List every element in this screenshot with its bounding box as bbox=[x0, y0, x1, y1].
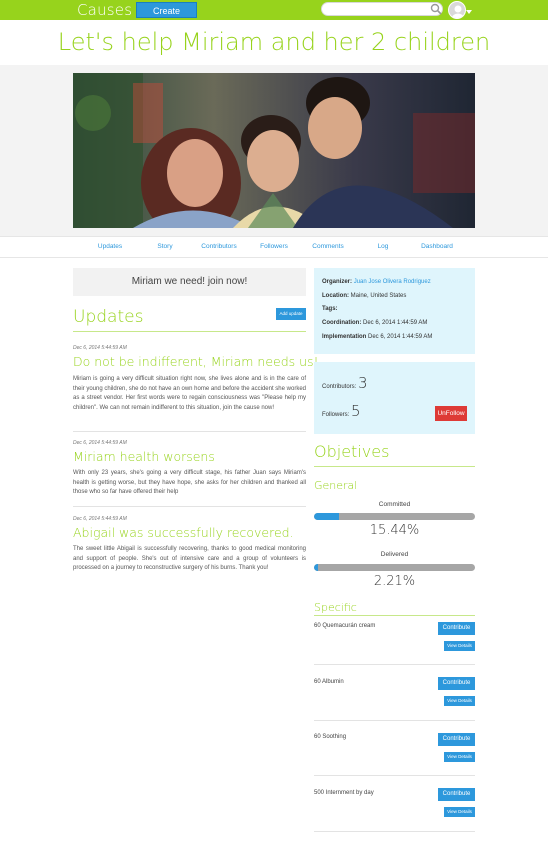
update-body: With only 23 years, she's going a very d… bbox=[73, 470, 306, 495]
top-bar: Causes Create bbox=[0, 0, 548, 20]
update-title[interactable]: Do not be indifferent, Miriam needs us! bbox=[73, 354, 319, 369]
view-details-button[interactable]: View Details bbox=[444, 641, 475, 651]
contribute-button[interactable]: Contribute bbox=[438, 677, 475, 690]
followers-count: 5 bbox=[351, 402, 361, 420]
followers-stat: Followers: 5 bbox=[322, 402, 361, 420]
divider bbox=[314, 831, 475, 832]
update-title[interactable]: Abigail was successfully recovered. bbox=[73, 525, 294, 540]
coordination-label: Coordination: bbox=[322, 320, 362, 326]
implementation-row: Implementation Dec 6, 2014 1:44:59 AM bbox=[322, 334, 432, 340]
committed-progress-fill bbox=[314, 513, 339, 520]
committed-percent: 15.44% bbox=[369, 523, 420, 538]
contributors-count: 3 bbox=[358, 374, 368, 392]
contribute-button[interactable]: Contribute bbox=[438, 622, 475, 635]
general-heading: General bbox=[314, 479, 358, 492]
add-update-button[interactable]: Add update bbox=[276, 308, 306, 320]
divider bbox=[314, 466, 475, 467]
followers-label: Followers: bbox=[322, 412, 350, 418]
update-title[interactable]: Miriam health worsens bbox=[73, 449, 215, 464]
join-banner[interactable]: Miriam we need! join now! bbox=[73, 268, 306, 296]
search-icon[interactable] bbox=[430, 3, 442, 15]
contribute-button[interactable]: Contribute bbox=[438, 788, 475, 801]
update-body: Miriam is going a very difficult situati… bbox=[73, 376, 306, 411]
location-label: Location: bbox=[322, 293, 349, 299]
organizer-row: Organizer: Juan Jose Olivera Rodriguez bbox=[322, 279, 431, 285]
tab-log[interactable]: Log bbox=[353, 243, 413, 250]
cause-info-panel: Organizer: Juan Jose Olivera Rodriguez L… bbox=[314, 268, 475, 354]
divider bbox=[314, 615, 475, 616]
search-input[interactable] bbox=[321, 2, 443, 16]
divider bbox=[73, 331, 306, 332]
tab-dashboard[interactable]: Dashboard bbox=[407, 243, 467, 250]
delivered-percent: 2.21% bbox=[373, 574, 416, 589]
update-date: Dec 6, 2014 5:44:59 AM bbox=[73, 345, 127, 351]
coordination-row: Coordination: Dec 6, 2014 1:44:59 AM bbox=[322, 320, 427, 326]
page-title: Let's help Miriam and her 2 children bbox=[57, 28, 491, 56]
cause-photo bbox=[73, 73, 475, 228]
objectives-heading: Objetives bbox=[314, 442, 390, 461]
coordination-value: Dec 6, 2014 1:44:59 AM bbox=[363, 320, 428, 326]
stats-panel: Contributors: 3 Followers: 5 UnFollow bbox=[314, 362, 475, 434]
specific-item: 60 Quemacurán cream bbox=[314, 623, 376, 629]
create-button[interactable]: Create bbox=[136, 2, 197, 18]
tab-updates[interactable]: Updates bbox=[80, 243, 140, 250]
tab-story[interactable]: Story bbox=[135, 243, 195, 250]
tab-followers[interactable]: Followers bbox=[244, 243, 304, 250]
cause-tabs: Updates Story Contributors Followers Com… bbox=[0, 236, 548, 258]
implementation-label: Implementation bbox=[322, 334, 367, 340]
unfollow-button[interactable]: UnFollow bbox=[435, 406, 467, 421]
contributors-label: Contributors: bbox=[322, 384, 357, 390]
specific-item: 60 Soothing bbox=[314, 734, 347, 740]
organizer-label: Organizer: bbox=[322, 279, 353, 285]
contribute-button[interactable]: Contribute bbox=[438, 733, 475, 746]
committed-label: Committed bbox=[378, 501, 411, 508]
updates-heading: Updates bbox=[73, 307, 144, 327]
update-body: The sweet little Abigail is successfully… bbox=[73, 546, 306, 571]
divider bbox=[73, 431, 306, 432]
implementation-value: Dec 6, 2014 1:44:59 AM bbox=[368, 334, 433, 340]
specific-item: 60 Albumin bbox=[314, 679, 344, 685]
view-details-button[interactable]: View Details bbox=[444, 807, 475, 817]
tab-contributors[interactable]: Contributors bbox=[189, 243, 249, 250]
tab-comments[interactable]: Comments bbox=[298, 243, 358, 250]
divider bbox=[314, 775, 475, 776]
specific-item: 500 Internment by day bbox=[314, 790, 374, 796]
brand-logo[interactable]: Causes bbox=[77, 1, 132, 19]
tags-label: Tags: bbox=[322, 306, 338, 312]
location-value: Maine, United States bbox=[350, 293, 407, 299]
organizer-link[interactable]: Juan Jose Olivera Rodriguez bbox=[354, 279, 431, 285]
divider bbox=[314, 720, 475, 721]
delivered-label: Delivered bbox=[380, 551, 409, 558]
view-details-button[interactable]: View Details bbox=[444, 696, 475, 706]
divider bbox=[73, 506, 306, 507]
committed-progress-bar bbox=[314, 513, 475, 520]
specific-heading: Specific bbox=[314, 601, 357, 614]
divider bbox=[314, 664, 475, 665]
contributors-stat: Contributors: 3 bbox=[322, 374, 368, 392]
delivered-progress-bar bbox=[314, 564, 475, 571]
delivered-progress-fill bbox=[314, 564, 318, 571]
tags-row: Tags: bbox=[322, 306, 338, 312]
view-details-button[interactable]: View Details bbox=[444, 752, 475, 762]
location-row: Location: Maine, United States bbox=[322, 293, 406, 299]
avatar-icon[interactable] bbox=[448, 1, 466, 19]
update-date: Dec 6, 2014 5:44:59 AM bbox=[73, 516, 127, 522]
chevron-down-icon[interactable] bbox=[466, 10, 472, 14]
update-date: Dec 6, 2014 5:44:59 AM bbox=[73, 440, 127, 446]
